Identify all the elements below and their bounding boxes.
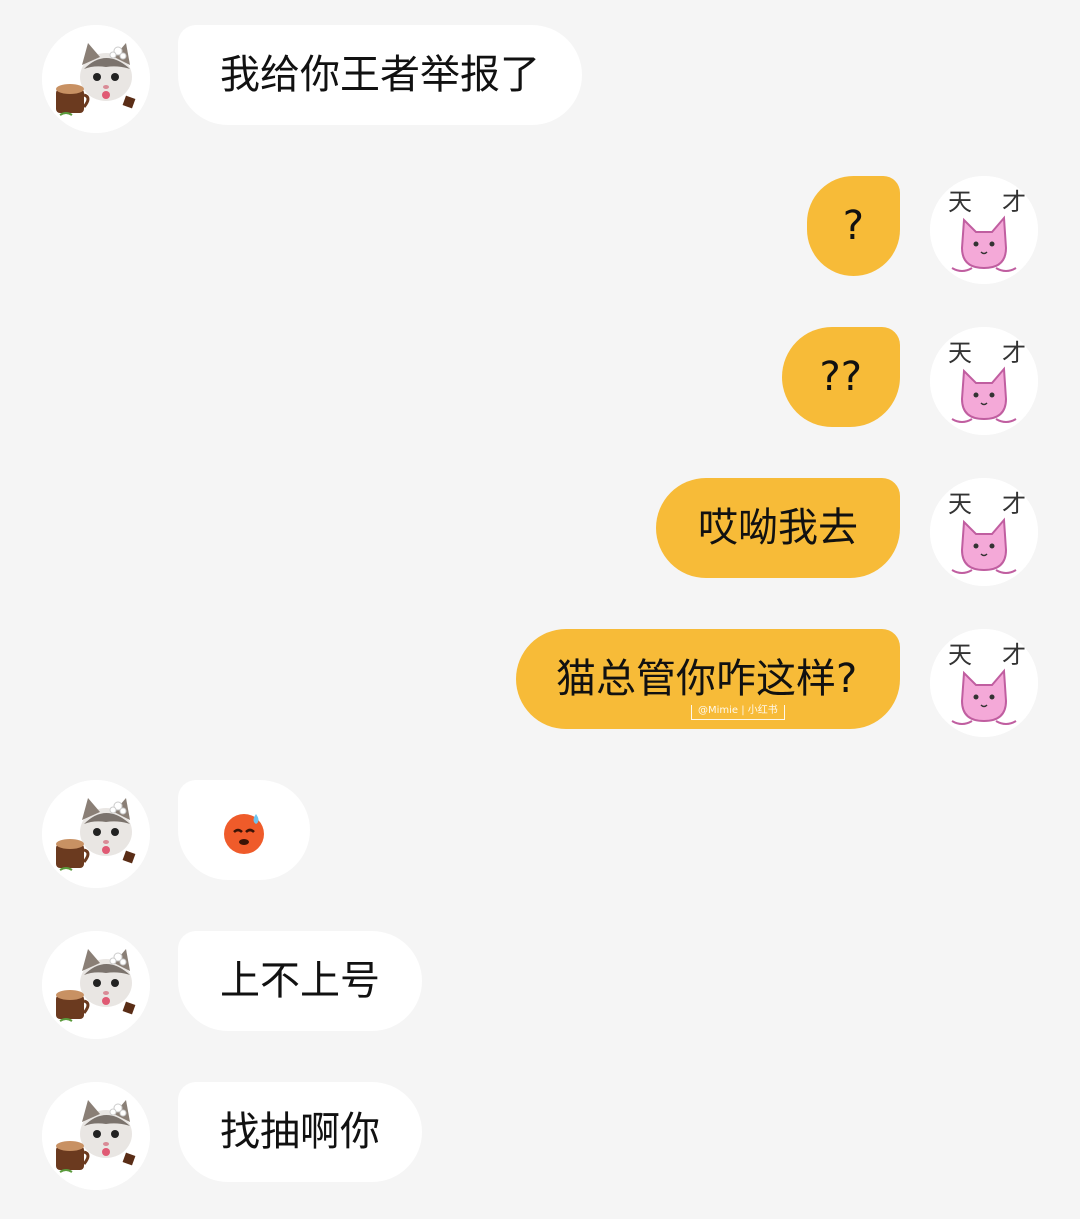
pink-cat-tiancai-avatar[interactable] [930, 327, 1038, 435]
incoming-message-bubble[interactable]: 找抽啊你 [178, 1082, 422, 1182]
message-row: 猫总管你咋这样? @Mimie | 小红书 [0, 629, 1080, 737]
message-row: 上不上号 [0, 931, 1080, 1039]
message-row: ?? [0, 327, 1080, 435]
cat-latte-avatar[interactable] [42, 931, 150, 1039]
incoming-message-bubble[interactable]: 上不上号 [178, 931, 422, 1031]
outgoing-message-bubble[interactable]: ? [806, 176, 900, 276]
outgoing-message-bubble[interactable]: ?? [781, 327, 900, 427]
pink-cat-tiancai-avatar[interactable] [930, 176, 1038, 284]
message-row: 找抽啊你 [0, 1082, 1080, 1190]
message-text: 猫总管你咋这样? [556, 656, 858, 702]
message-row: 哎呦我去 [0, 478, 1080, 586]
cat-latte-avatar[interactable] [42, 780, 150, 888]
incoming-message-bubble[interactable]: 我给你王者举报了 [178, 25, 582, 125]
sweating-angry-face-emoji [224, 814, 264, 854]
incoming-message-bubble[interactable] [178, 780, 310, 880]
outgoing-message-bubble[interactable]: 猫总管你咋这样? @Mimie | 小红书 [516, 629, 900, 729]
pink-cat-tiancai-avatar[interactable] [930, 629, 1038, 737]
watermark-label: @Mimie | 小红书 [691, 705, 785, 720]
pink-cat-tiancai-avatar[interactable] [930, 478, 1038, 586]
message-row: 我给你王者举报了 [0, 25, 1080, 133]
message-row [0, 780, 1080, 888]
cat-latte-avatar[interactable] [42, 25, 150, 133]
outgoing-message-bubble[interactable]: 哎呦我去 [656, 478, 900, 578]
message-row: ? [0, 176, 1080, 284]
cat-latte-avatar[interactable] [42, 1082, 150, 1190]
